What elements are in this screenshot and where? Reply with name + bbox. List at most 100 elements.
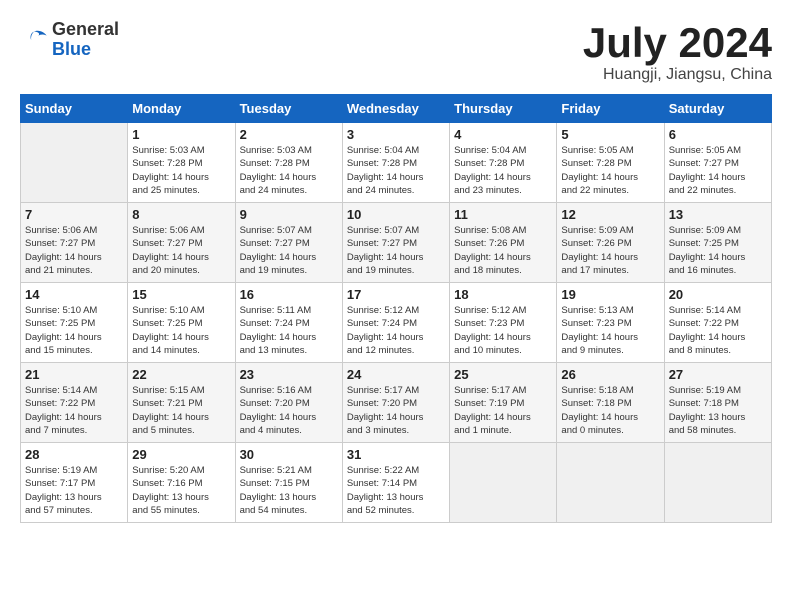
day-info: Sunrise: 5:17 AM Sunset: 7:20 PM Dayligh…	[347, 384, 445, 437]
day-info: Sunrise: 5:11 AM Sunset: 7:24 PM Dayligh…	[240, 304, 338, 357]
day-number: 8	[132, 207, 230, 222]
week-row-1: 7 Sunrise: 5:06 AM Sunset: 7:27 PM Daylig…	[21, 203, 772, 283]
day-number: 7	[25, 207, 123, 222]
calendar-cell: 13 Sunrise: 5:09 AM Sunset: 7:25 PM Dayli…	[664, 203, 771, 283]
day-number: 17	[347, 287, 445, 302]
day-info: Sunrise: 5:04 AM Sunset: 7:28 PM Dayligh…	[454, 144, 552, 197]
calendar-cell: 15Sunrise: 5:10 AM Sunset: 7:25 PM Dayli…	[128, 283, 235, 363]
day-number: 29	[132, 447, 230, 462]
calendar-cell: 29 Sunrise: 5:20 AM Sunset: 7:16 PM Dayli…	[128, 443, 235, 523]
logo-text: General Blue	[52, 20, 119, 60]
week-row-3: 21Sunrise: 5:14 AM Sunset: 7:22 PM Dayli…	[21, 363, 772, 443]
day-info: Sunrise: 5:20 AM Sunset: 7:16 PM Dayligh…	[132, 464, 230, 517]
calendar-cell: 25 Sunrise: 5:17 AM Sunset: 7:19 PM Dayli…	[450, 363, 557, 443]
calendar-cell: 3 Sunrise: 5:04 AM Sunset: 7:28 PM Daylig…	[342, 123, 449, 203]
day-number: 26	[561, 367, 659, 382]
calendar-cell: 22Sunrise: 5:15 AM Sunset: 7:21 PM Dayli…	[128, 363, 235, 443]
calendar-cell: 26 Sunrise: 5:18 AM Sunset: 7:18 PM Dayli…	[557, 363, 664, 443]
day-info: Sunrise: 5:08 AM Sunset: 7:26 PM Dayligh…	[454, 224, 552, 277]
main-title: July 2024	[583, 20, 772, 66]
day-number: 5	[561, 127, 659, 142]
header-wednesday: Wednesday	[342, 95, 449, 123]
day-info: Sunrise: 5:17 AM Sunset: 7:19 PM Dayligh…	[454, 384, 552, 437]
day-number: 14	[25, 287, 123, 302]
calendar-cell: 1 Sunrise: 5:03 AM Sunset: 7:28 PM Daylig…	[128, 123, 235, 203]
day-number: 6	[669, 127, 767, 142]
header-row: Sunday Monday Tuesday Wednesday Thursday…	[21, 95, 772, 123]
day-number: 27	[669, 367, 767, 382]
calendar-cell	[21, 123, 128, 203]
day-info: Sunrise: 5:16 AM Sunset: 7:20 PM Dayligh…	[240, 384, 338, 437]
day-number: 24	[347, 367, 445, 382]
day-info: Sunrise: 5:21 AM Sunset: 7:15 PM Dayligh…	[240, 464, 338, 517]
day-number: 22	[132, 367, 230, 382]
day-info: Sunrise: 5:12 AM Sunset: 7:23 PM Dayligh…	[454, 304, 552, 357]
day-number: 3	[347, 127, 445, 142]
day-number: 13	[669, 207, 767, 222]
day-info: Sunrise: 5:03 AM Sunset: 7:28 PM Dayligh…	[240, 144, 338, 197]
day-info: Sunrise: 5:14 AM Sunset: 7:22 PM Dayligh…	[669, 304, 767, 357]
day-info: Sunrise: 5:18 AM Sunset: 7:18 PM Dayligh…	[561, 384, 659, 437]
day-info: Sunrise: 5:10 AM Sunset: 7:25 PM Dayligh…	[25, 304, 123, 357]
calendar-cell: 17 Sunrise: 5:12 AM Sunset: 7:24 PM Dayli…	[342, 283, 449, 363]
calendar-cell: 19 Sunrise: 5:13 AM Sunset: 7:23 PM Dayli…	[557, 283, 664, 363]
calendar-cell: 11 Sunrise: 5:08 AM Sunset: 7:26 PM Dayli…	[450, 203, 557, 283]
day-info: Sunrise: 5:12 AM Sunset: 7:24 PM Dayligh…	[347, 304, 445, 357]
calendar-cell	[450, 443, 557, 523]
day-info: Sunrise: 5:09 AM Sunset: 7:25 PM Dayligh…	[669, 224, 767, 277]
header-tuesday: Tuesday	[235, 95, 342, 123]
day-number: 18	[454, 287, 552, 302]
day-number: 23	[240, 367, 338, 382]
calendar-cell: 7 Sunrise: 5:06 AM Sunset: 7:27 PM Daylig…	[21, 203, 128, 283]
calendar-header: Sunday Monday Tuesday Wednesday Thursday…	[21, 95, 772, 123]
day-number: 2	[240, 127, 338, 142]
day-number: 21	[25, 367, 123, 382]
calendar-cell: 24 Sunrise: 5:17 AM Sunset: 7:20 PM Dayli…	[342, 363, 449, 443]
day-number: 16	[240, 287, 338, 302]
day-info: Sunrise: 5:04 AM Sunset: 7:28 PM Dayligh…	[347, 144, 445, 197]
day-info: Sunrise: 5:10 AM Sunset: 7:25 PM Dayligh…	[132, 304, 230, 357]
day-info: Sunrise: 5:06 AM Sunset: 7:27 PM Dayligh…	[132, 224, 230, 277]
calendar-cell: 9Sunrise: 5:07 AM Sunset: 7:27 PM Daylig…	[235, 203, 342, 283]
day-number: 19	[561, 287, 659, 302]
day-number: 20	[669, 287, 767, 302]
page-header: General Blue July 2024 Huangji, Jiangsu,…	[20, 20, 772, 84]
calendar-table: Sunday Monday Tuesday Wednesday Thursday…	[20, 94, 772, 523]
day-number: 9	[240, 207, 338, 222]
calendar-cell: 31 Sunrise: 5:22 AM Sunset: 7:14 PM Dayli…	[342, 443, 449, 523]
week-row-0: 1 Sunrise: 5:03 AM Sunset: 7:28 PM Daylig…	[21, 123, 772, 203]
calendar-cell: 21Sunrise: 5:14 AM Sunset: 7:22 PM Dayli…	[21, 363, 128, 443]
day-info: Sunrise: 5:05 AM Sunset: 7:28 PM Dayligh…	[561, 144, 659, 197]
logo-blue: Blue	[52, 40, 119, 60]
day-info: Sunrise: 5:09 AM Sunset: 7:26 PM Dayligh…	[561, 224, 659, 277]
header-thursday: Thursday	[450, 95, 557, 123]
calendar-body: 1 Sunrise: 5:03 AM Sunset: 7:28 PM Daylig…	[21, 123, 772, 523]
day-number: 12	[561, 207, 659, 222]
calendar-cell: 27Sunrise: 5:19 AM Sunset: 7:18 PM Dayli…	[664, 363, 771, 443]
day-number: 25	[454, 367, 552, 382]
calendar-cell	[664, 443, 771, 523]
day-number: 30	[240, 447, 338, 462]
day-info: Sunrise: 5:13 AM Sunset: 7:23 PM Dayligh…	[561, 304, 659, 357]
calendar-cell: 28 Sunrise: 5:19 AM Sunset: 7:17 PM Dayli…	[21, 443, 128, 523]
day-info: Sunrise: 5:05 AM Sunset: 7:27 PM Dayligh…	[669, 144, 767, 197]
header-monday: Monday	[128, 95, 235, 123]
calendar-cell: 30 Sunrise: 5:21 AM Sunset: 7:15 PM Dayli…	[235, 443, 342, 523]
calendar-cell: 5 Sunrise: 5:05 AM Sunset: 7:28 PM Daylig…	[557, 123, 664, 203]
calendar-cell: 23 Sunrise: 5:16 AM Sunset: 7:20 PM Dayli…	[235, 363, 342, 443]
week-row-2: 14 Sunrise: 5:10 AM Sunset: 7:25 PM Dayli…	[21, 283, 772, 363]
day-number: 31	[347, 447, 445, 462]
day-number: 1	[132, 127, 230, 142]
day-number: 10	[347, 207, 445, 222]
header-friday: Friday	[557, 95, 664, 123]
day-info: Sunrise: 5:22 AM Sunset: 7:14 PM Dayligh…	[347, 464, 445, 517]
logo: General Blue	[20, 20, 119, 60]
day-info: Sunrise: 5:03 AM Sunset: 7:28 PM Dayligh…	[132, 144, 230, 197]
day-number: 28	[25, 447, 123, 462]
day-number: 4	[454, 127, 552, 142]
week-row-4: 28 Sunrise: 5:19 AM Sunset: 7:17 PM Dayli…	[21, 443, 772, 523]
day-number: 11	[454, 207, 552, 222]
day-info: Sunrise: 5:19 AM Sunset: 7:17 PM Dayligh…	[25, 464, 123, 517]
day-info: Sunrise: 5:06 AM Sunset: 7:27 PM Dayligh…	[25, 224, 123, 277]
calendar-cell: 2 Sunrise: 5:03 AM Sunset: 7:28 PM Daylig…	[235, 123, 342, 203]
